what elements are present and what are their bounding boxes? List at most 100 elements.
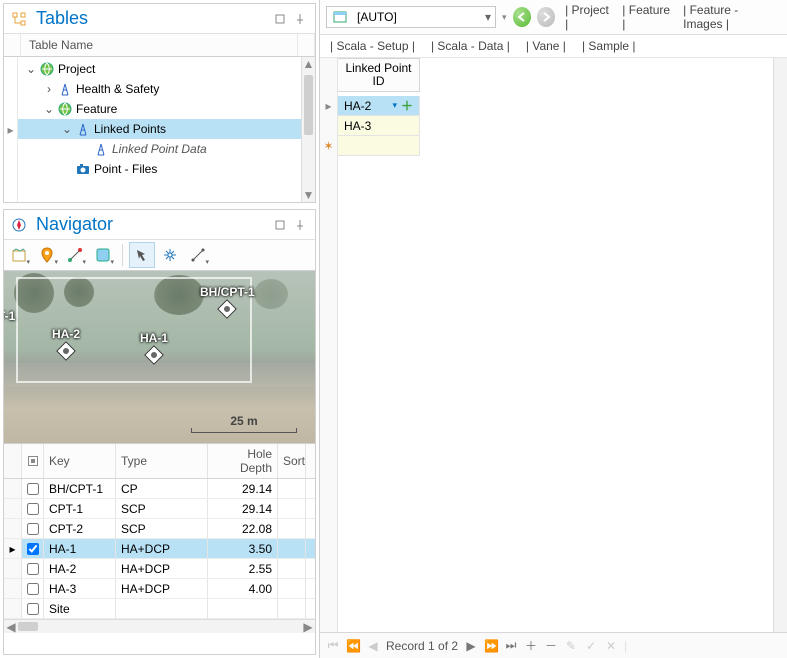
collapse-icon[interactable]: ⌄ xyxy=(60,122,74,136)
tree-node[interactable]: › Health & Safety xyxy=(18,79,315,99)
tree-node[interactable]: ⌄ Linked Points xyxy=(18,119,315,139)
tab-link[interactable]: | Feature - Images | xyxy=(679,3,781,31)
cell-key: Site xyxy=(44,599,116,618)
measure-tool-button[interactable]: ▾ xyxy=(185,242,211,268)
table-row[interactable]: ▸HA-1HA+DCP3.50 xyxy=(4,539,315,559)
layout-combo[interactable]: [AUTO] ▾ xyxy=(326,6,496,28)
pan-tool-button[interactable] xyxy=(157,242,183,268)
row-checkbox[interactable] xyxy=(22,559,44,578)
row-checkbox[interactable] xyxy=(22,599,44,618)
nav-back-button[interactable] xyxy=(513,7,531,27)
cell-type: SCP xyxy=(116,519,208,538)
map-scale-bar: 25 m xyxy=(191,414,297,433)
edit-record-button[interactable]: ✎ xyxy=(564,639,578,653)
table-row[interactable]: BH/CPT-1CP29.14 xyxy=(4,479,315,499)
route-path-button[interactable]: ▾ xyxy=(62,242,88,268)
col-sort[interactable]: Sort xyxy=(278,444,306,478)
tab-link[interactable]: | Vane | xyxy=(522,39,570,53)
col-depth[interactable]: Hole Depth xyxy=(208,444,278,478)
next-record-button[interactable]: ▶ xyxy=(464,639,478,653)
right-vertical-scrollbar[interactable] xyxy=(773,58,787,632)
map-point[interactable]: HA-1 xyxy=(140,331,168,362)
table-row[interactable]: CPT-1SCP29.14 xyxy=(4,499,315,519)
maximize-icon[interactable] xyxy=(271,10,289,28)
tree-node[interactable]: ⌄ Project xyxy=(18,59,315,79)
grid-horizontal-scrollbar[interactable]: ◀ ▶ xyxy=(4,619,315,633)
checkbox-header[interactable] xyxy=(22,444,44,478)
cell-depth: 29.14 xyxy=(208,499,278,518)
pointer-tool-button[interactable] xyxy=(129,242,155,268)
node-label: Health & Safety xyxy=(76,82,159,96)
pin-icon[interactable] xyxy=(291,216,309,234)
table-row[interactable]: Site xyxy=(4,599,315,619)
node-label: Project xyxy=(58,62,95,76)
linked-point-id-header[interactable]: Linked Point ID xyxy=(338,58,420,92)
row-checkbox[interactable] xyxy=(22,479,44,498)
table-row[interactable]: CPT-2SCP22.08 xyxy=(4,519,315,539)
tree-node[interactable]: Point - Files xyxy=(18,159,315,179)
node-label: Feature xyxy=(76,102,117,116)
new-row[interactable]: ✶ xyxy=(320,136,420,156)
table-row[interactable]: HA-3HA+DCP4.00 xyxy=(4,579,315,599)
tables-title: Tables xyxy=(36,8,269,29)
tab-link[interactable]: | Scala - Data | xyxy=(427,39,514,53)
map-point[interactable]: HA-2 xyxy=(52,327,80,358)
cell-depth: 2.55 xyxy=(208,559,278,578)
navigator-title: Navigator xyxy=(36,214,269,235)
node-label: Point - Files xyxy=(94,162,157,176)
row-checkbox[interactable] xyxy=(22,579,44,598)
last-record-button[interactable]: ⏭ xyxy=(504,638,518,653)
cell-depth: 22.08 xyxy=(208,519,278,538)
linked-point-row[interactable]: ▸HA-2▾＋ xyxy=(320,96,420,116)
navigator-toolbar: ▾ ▾ ▾ ▾ xyxy=(4,240,315,271)
tables-vertical-scrollbar[interactable]: ▲ ▼ xyxy=(301,57,315,202)
linked-point-cell[interactable]: HA-3 xyxy=(338,116,420,136)
record-status-text: Record 1 of 2 xyxy=(386,639,458,653)
cell-type: SCP xyxy=(116,499,208,518)
prev-record-button[interactable]: ◀ xyxy=(366,639,380,653)
tree-node[interactable]: Linked Point Data xyxy=(18,139,315,159)
tree-gutter[interactable]: ▸ xyxy=(4,57,18,202)
col-key[interactable]: Key xyxy=(44,444,116,478)
pin-icon[interactable] xyxy=(291,10,309,28)
row-checkbox[interactable] xyxy=(22,499,44,518)
linked-point-cell[interactable]: HA-2▾＋ xyxy=(338,96,420,116)
prev-page-button[interactable]: ⏪ xyxy=(346,639,360,653)
commit-record-button[interactable]: ✓ xyxy=(584,639,598,653)
tab-link[interactable]: | Scala - Setup | xyxy=(326,39,419,53)
tab-link[interactable]: | Sample | xyxy=(578,39,640,53)
cell-type: CP xyxy=(116,479,208,498)
table-row[interactable]: HA-2HA+DCP2.55 xyxy=(4,559,315,579)
collapse-icon[interactable]: ⌄ xyxy=(42,102,56,116)
cancel-record-button[interactable]: ✕ xyxy=(604,639,618,653)
expand-icon[interactable]: › xyxy=(42,82,56,96)
right-sub-toolbar: | Scala - Setup | | Scala - Data | | Vane … xyxy=(320,35,787,58)
maximize-icon[interactable] xyxy=(271,216,289,234)
map-point[interactable]: T-1 xyxy=(4,309,15,323)
collapse-icon[interactable]: ⌄ xyxy=(24,62,38,76)
marker-button[interactable]: ▾ xyxy=(34,242,60,268)
node-label: Linked Points xyxy=(94,122,166,136)
linked-point-row[interactable]: HA-3 xyxy=(320,116,420,136)
row-checkbox[interactable] xyxy=(22,539,44,558)
map-point[interactable]: BH/CPT-1 xyxy=(200,285,255,316)
node-icon xyxy=(57,101,73,117)
col-type[interactable]: Type xyxy=(116,444,208,478)
tab-link[interactable]: | Feature | xyxy=(618,3,675,31)
cell-depth: 4.00 xyxy=(208,579,278,598)
first-record-button[interactable]: ⏮ xyxy=(326,638,340,653)
map-layer-button[interactable]: ▾ xyxy=(6,242,32,268)
cell-depth: 29.14 xyxy=(208,479,278,498)
tab-link[interactable]: | Project | xyxy=(561,3,614,31)
select-area-button[interactable]: ▾ xyxy=(90,242,116,268)
cell-type: HA+DCP xyxy=(116,539,208,558)
record-navigator: ⏮ ⏪ ◀ Record 1 of 2 ▶ ⏩ ⏭ ＋ － ✎ ✓ ✕ xyxy=(320,632,787,658)
delete-record-button[interactable]: － xyxy=(544,637,558,654)
map-viewport[interactable]: T-1 BH/CPT-1 HA-2 HA-1 25 m xyxy=(4,271,315,443)
next-page-button[interactable]: ⏩ xyxy=(484,639,498,653)
cell-key: CPT-1 xyxy=(44,499,116,518)
add-record-button[interactable]: ＋ xyxy=(524,637,538,654)
row-checkbox[interactable] xyxy=(22,519,44,538)
tree-node[interactable]: ⌄ Feature xyxy=(18,99,315,119)
tables-column-header: Table Name xyxy=(4,34,315,57)
